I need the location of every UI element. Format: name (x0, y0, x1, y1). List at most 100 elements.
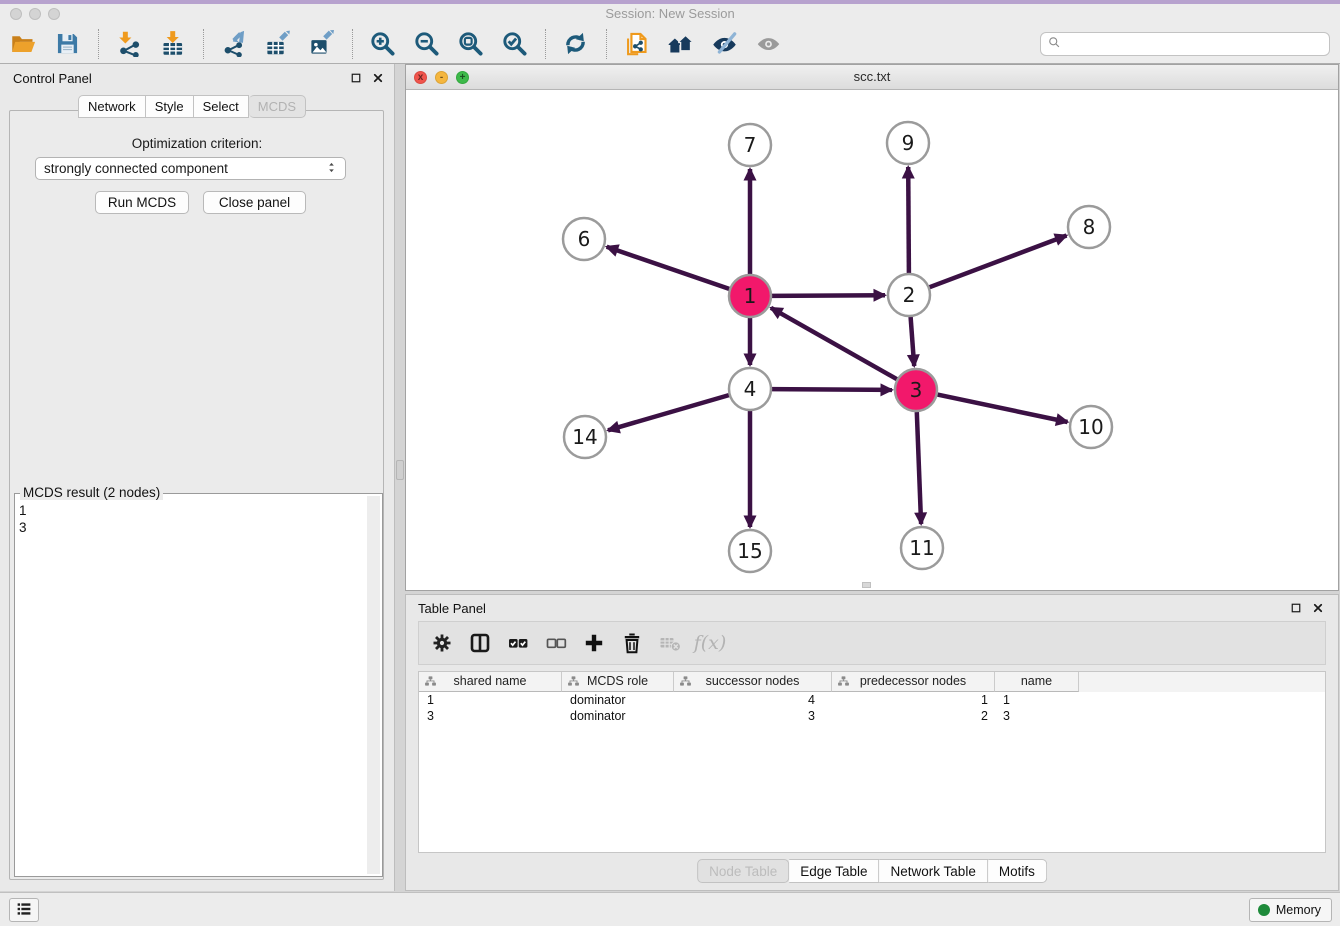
toggle-overview-icon (711, 30, 738, 57)
toolbar-separator (98, 29, 99, 59)
home-view-button[interactable] (665, 29, 695, 59)
tree-icon (424, 675, 437, 688)
import-table-icon (159, 30, 186, 57)
float-icon (350, 72, 362, 84)
close-panel-button[interactable]: Close panel (203, 191, 306, 214)
close-panel-icon[interactable] (1311, 601, 1324, 614)
toolbar-separator (352, 29, 353, 59)
clone-network-button[interactable] (621, 29, 651, 59)
edge-4-3[interactable] (772, 389, 892, 390)
search-icon (1047, 35, 1062, 53)
node-label-6: 6 (578, 227, 591, 251)
column-header-predecessor-nodes[interactable]: predecessor nodes (832, 672, 995, 692)
close-icon (372, 72, 384, 84)
create-column-icon (582, 631, 606, 655)
minimize-view-button[interactable]: - (435, 71, 448, 84)
select-all-columns-button[interactable] (503, 628, 533, 658)
edge-2-8[interactable] (930, 236, 1067, 288)
toggle-overview-button[interactable] (709, 29, 739, 59)
column-label: name (1021, 674, 1052, 688)
save-session-button[interactable] (52, 29, 82, 59)
save-session-icon (54, 30, 81, 57)
edge-4-14[interactable] (608, 395, 729, 430)
edge-3-10[interactable] (938, 395, 1068, 422)
cell-MCDS-role: dominator (562, 692, 674, 708)
deselect-all-columns-button[interactable] (541, 628, 571, 658)
open-session-icon (10, 30, 37, 57)
run-mcds-button[interactable]: Run MCDS (95, 191, 189, 214)
edge-1-6[interactable] (607, 247, 730, 289)
zoom-window-button[interactable] (48, 8, 60, 20)
edge-3-11[interactable] (917, 412, 921, 524)
zoom-view-button[interactable]: + (456, 71, 469, 84)
tab-node-table[interactable]: Node Table (697, 859, 789, 883)
cell-shared-name: 1 (419, 692, 562, 708)
delete-table-icon (658, 631, 682, 655)
edge-2-9[interactable] (908, 167, 909, 273)
search-input[interactable] (1062, 34, 1323, 54)
import-table-button[interactable] (157, 29, 187, 59)
show-column-button[interactable] (465, 628, 495, 658)
zoom-fit-button[interactable] (455, 29, 485, 59)
column-type-icon (567, 675, 580, 694)
float-icon (1290, 602, 1302, 614)
table-settings-button[interactable] (427, 628, 457, 658)
export-network-button[interactable] (218, 29, 248, 59)
network-window-titlebar[interactable]: x-+ scc.txt (406, 65, 1338, 90)
close-panel-icon[interactable] (371, 71, 384, 84)
edge-2-3[interactable] (911, 317, 915, 366)
tab-edge-table[interactable]: Edge Table (789, 859, 879, 883)
tab-motifs[interactable]: Motifs (988, 859, 1047, 883)
zoom-in-button[interactable] (367, 29, 397, 59)
splitter-handle[interactable] (396, 460, 404, 480)
search-box[interactable] (1040, 32, 1330, 56)
tab-network[interactable]: Network (78, 95, 146, 118)
tree-icon (679, 675, 692, 688)
tab-network-table[interactable]: Network Table (880, 859, 988, 883)
edge-1-2[interactable] (772, 295, 885, 296)
select-stepper-icon (326, 160, 337, 178)
delete-column-button[interactable] (617, 628, 647, 658)
open-session-button[interactable] (8, 29, 38, 59)
memory-button[interactable]: Memory (1249, 898, 1332, 922)
close-window-button[interactable] (10, 8, 22, 20)
column-header-MCDS-role[interactable]: MCDS role (562, 672, 674, 692)
list-icon (15, 900, 33, 921)
table-row[interactable]: 1dominator411 (419, 692, 1325, 708)
control-panel-title: Control Panel (13, 71, 92, 86)
zoom-out-button[interactable] (411, 29, 441, 59)
criterion-select[interactable]: strongly connected component (35, 157, 346, 180)
column-header-name[interactable]: name (995, 672, 1079, 692)
task-history-button[interactable] (9, 898, 39, 922)
control-panel-header: Control Panel (0, 64, 394, 92)
table-row[interactable]: 3dominator323 (419, 708, 1325, 724)
network-canvas[interactable]: 7968124314101511 (406, 90, 1338, 590)
minimize-window-button[interactable] (29, 8, 41, 20)
node-label-10: 10 (1078, 415, 1103, 439)
home-view-icon (667, 30, 694, 57)
export-image-button[interactable] (306, 29, 336, 59)
tab-mcds[interactable]: MCDS (249, 95, 306, 118)
create-column-button[interactable] (579, 628, 609, 658)
canvas-resize-grip[interactable] (862, 582, 871, 588)
node-label-7: 7 (744, 133, 757, 157)
network-view-window: x-+ scc.txt 7968124314101511 (405, 64, 1339, 591)
app-title: Session: New Session (0, 4, 1340, 24)
close-view-button[interactable]: x (414, 71, 427, 84)
edge-3-1[interactable] (771, 308, 897, 379)
zoom-selected-button[interactable] (499, 29, 529, 59)
import-network-button[interactable] (113, 29, 143, 59)
float-panel-icon[interactable] (1289, 601, 1302, 614)
tab-style[interactable]: Style (146, 95, 194, 118)
delete-column-icon (620, 631, 644, 655)
result-scrollbar[interactable] (367, 496, 380, 874)
cell-predecessor-nodes: 1 (832, 692, 995, 708)
column-header-shared-name[interactable]: shared name (419, 672, 562, 692)
node-label-2: 2 (903, 283, 916, 307)
tab-select[interactable]: Select (194, 95, 249, 118)
update-view-button[interactable] (560, 29, 590, 59)
export-table-button[interactable] (262, 29, 292, 59)
float-panel-icon[interactable] (349, 71, 362, 84)
column-header-successor-nodes[interactable]: successor nodes (674, 672, 832, 692)
column-label: MCDS role (587, 674, 648, 688)
